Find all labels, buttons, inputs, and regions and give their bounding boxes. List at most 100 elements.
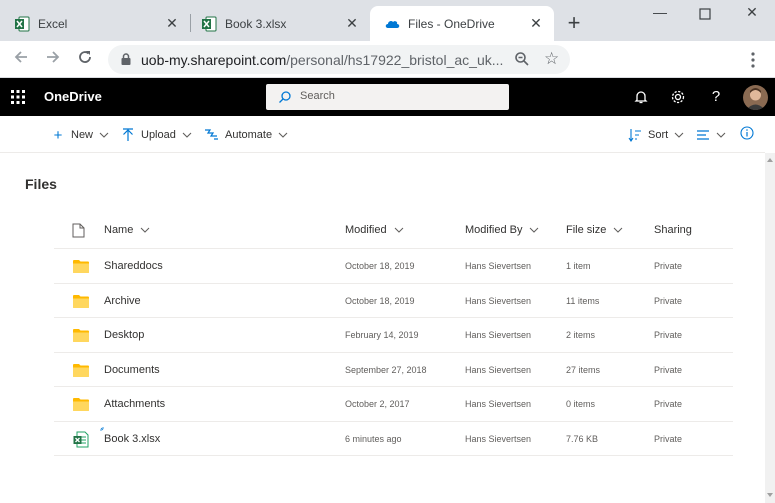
new-button[interactable]: + New — [51, 126, 109, 144]
column-header-modified[interactable]: Modified — [345, 224, 404, 236]
chevron-down-icon — [278, 132, 288, 138]
minimize-button[interactable]: — — [645, 4, 675, 24]
scroll-down-arrow-icon[interactable] — [765, 490, 775, 500]
maximize-button[interactable] — [690, 4, 720, 24]
chevron-down-icon — [140, 227, 150, 233]
settings-gear-icon[interactable] — [669, 88, 687, 106]
file-modified-by: Hans Sievertsen — [465, 433, 532, 444]
close-tab-icon[interactable]: ✕ — [344, 15, 360, 31]
column-header-name[interactable]: Name — [104, 224, 150, 236]
file-list-header: Name Modified Modified By File size Shar… — [54, 212, 733, 249]
file-modified-by: Hans Sievertsen — [465, 364, 532, 375]
notifications-bell-icon[interactable] — [632, 88, 650, 106]
reload-icon — [79, 51, 91, 63]
automate-button[interactable]: Automate — [204, 126, 288, 144]
file-row-shareddocs[interactable]: Shareddocs October 18, 2019 Hans Sievert… — [54, 249, 733, 284]
automate-label: Automate — [225, 129, 273, 141]
new-label: New — [71, 129, 94, 141]
file-name[interactable]: Documents — [104, 364, 160, 376]
user-avatar[interactable] — [743, 85, 768, 110]
file-size: 1 item — [566, 261, 591, 271]
browser-tab-strip: Excel ✕ Book 3.xlsx ✕ Files - OneDrive ✕… — [0, 0, 775, 41]
upload-button[interactable]: Upload — [122, 126, 192, 144]
search-placeholder: Search — [300, 90, 335, 102]
file-size: 2 items — [566, 330, 596, 340]
file-name[interactable]: Attachments — [104, 398, 165, 410]
folder-icon — [73, 363, 89, 377]
url-path: /personal/hs17922_bristol_ac_uk... — [286, 52, 504, 68]
onedrive-brand[interactable]: OneDrive — [44, 89, 102, 104]
bookmark-star-icon[interactable]: ☆ — [544, 49, 559, 69]
excel-file-icon — [73, 431, 89, 447]
file-sharing: Private — [654, 261, 683, 271]
maximize-icon — [699, 8, 711, 20]
browser-menu-icon[interactable] — [746, 50, 760, 70]
file-row-documents[interactable]: Documents September 27, 2018 Hans Siever… — [54, 353, 733, 387]
suite-bar: OneDrive Search ? — [0, 78, 775, 116]
chevron-down-icon — [99, 132, 109, 138]
file-name[interactable]: Archive — [104, 295, 141, 307]
file-modified-by: Hans Sievertsen — [465, 295, 532, 306]
sort-button[interactable]: Sort — [628, 126, 684, 144]
reload-button[interactable] — [74, 49, 96, 71]
zoom-icon[interactable] — [514, 51, 530, 67]
folder-icon — [73, 260, 89, 273]
browser-tab-onedrive[interactable]: Files - OneDrive ✕ — [370, 6, 554, 41]
app-launcher-icon[interactable] — [10, 89, 26, 105]
help-question-icon[interactable]: ? — [707, 88, 725, 106]
upload-arrow-icon — [123, 128, 133, 141]
file-modified: February 14, 2019 — [345, 330, 419, 340]
sort-icon — [628, 129, 641, 142]
file-modified-by: Hans Sievertsen — [465, 330, 532, 340]
automate-flow-icon — [205, 129, 218, 140]
close-window-button[interactable]: ✕ — [737, 4, 767, 24]
file-row-book3[interactable]: Book 3.xlsx 6 minutes ago Hans Sievertse… — [54, 422, 733, 456]
file-modified: October 18, 2019 — [345, 261, 415, 271]
info-icon[interactable] — [740, 126, 754, 140]
browser-toolbar: uob-my.sharepoint.com/personal/hs17922_b… — [0, 41, 775, 78]
file-sharing: Private — [654, 399, 683, 409]
file-name[interactable]: Shareddocs — [104, 260, 163, 272]
file-name[interactable]: Book 3.xlsx — [104, 433, 160, 445]
onedrive-icon — [385, 20, 400, 28]
folder-icon — [73, 398, 89, 411]
address-bar[interactable]: uob-my.sharepoint.com/personal/hs17922_b… — [108, 45, 570, 74]
close-tab-icon[interactable]: ✕ — [528, 15, 544, 31]
browser-tab-excel[interactable]: Excel ✕ — [0, 6, 190, 41]
browser-tab-title: Excel — [38, 16, 68, 31]
column-header-modified-label: Modified — [345, 224, 387, 236]
scroll-up-arrow-icon[interactable] — [765, 155, 775, 165]
file-list: Name Modified Modified By File size Shar… — [54, 212, 733, 456]
folder-icon — [73, 294, 89, 308]
excel-icon — [202, 16, 217, 31]
chevron-down-icon — [613, 227, 623, 233]
forward-button[interactable] — [42, 49, 64, 71]
close-tab-icon[interactable]: ✕ — [164, 15, 180, 31]
column-header-modified-by[interactable]: Modified By — [465, 224, 539, 236]
search-box[interactable]: Search — [266, 84, 509, 110]
chevron-down-icon — [182, 132, 192, 138]
column-header-file-size[interactable]: File size — [566, 224, 623, 236]
file-name[interactable]: Desktop — [104, 329, 144, 341]
browser-tab-book3[interactable]: Book 3.xlsx ✕ — [187, 6, 370, 41]
file-row-archive[interactable]: Archive October 18, 2019 Hans Sievertsen… — [54, 284, 733, 318]
back-arrow-icon — [14, 51, 27, 63]
file-modified-by: Hans Sievertsen — [465, 261, 532, 271]
file-type-column-icon[interactable] — [72, 223, 85, 238]
file-size: 0 items — [566, 399, 596, 409]
file-size: 27 items — [566, 364, 601, 375]
file-modified: September 27, 2018 — [345, 364, 427, 375]
file-row-desktop[interactable]: Desktop February 14, 2019 Hans Sievertse… — [54, 318, 733, 353]
chevron-down-icon — [394, 227, 403, 233]
forward-arrow-icon — [47, 51, 60, 63]
file-sharing: Private — [654, 295, 683, 306]
column-header-sharing[interactable]: Sharing — [654, 224, 692, 236]
file-size: 7.76 KB — [566, 433, 599, 444]
back-button[interactable] — [10, 49, 32, 71]
browser-tab-title: Book 3.xlsx — [225, 16, 287, 31]
scrollbar[interactable] — [765, 153, 775, 503]
file-modified: 6 minutes ago — [345, 433, 402, 444]
view-options-button[interactable] — [696, 126, 726, 144]
new-tab-button[interactable]: + — [562, 12, 586, 36]
file-row-attachments[interactable]: Attachments October 2, 2017 Hans Sievert… — [54, 387, 733, 422]
